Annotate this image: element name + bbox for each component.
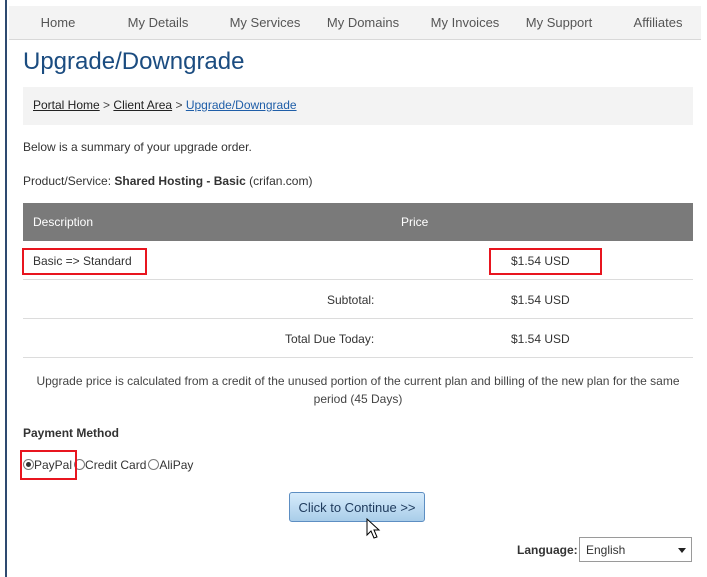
nav-item-my-details[interactable]: My Details — [113, 6, 203, 39]
breadcrumb: Portal Home > Client Area > Upgrade/Down… — [23, 87, 693, 125]
breadcrumb-client-area[interactable]: Client Area — [113, 98, 172, 112]
breadcrumb-separator: > — [175, 98, 183, 112]
table-row-subtotal: Subtotal: $1.54 USD — [23, 280, 693, 319]
nav-item-my-services[interactable]: My Services — [217, 6, 313, 39]
breadcrumb-upgrade-downgrade[interactable]: Upgrade/Downgrade — [186, 98, 297, 112]
language-select[interactable]: English — [579, 537, 692, 562]
header-description: Description — [33, 215, 94, 229]
window-left-border — [0, 0, 7, 577]
table-row-total: Total Due Today: $1.54 USD — [23, 319, 693, 358]
nav-item-my-support[interactable]: My Support — [514, 6, 604, 39]
top-nav: Home My Details My Services My Domains M… — [9, 6, 701, 40]
breadcrumb-portal-home[interactable]: Portal Home — [33, 98, 100, 112]
breadcrumb-separator: > — [103, 98, 111, 112]
summary-text: Below is a summary of your upgrade order… — [23, 140, 252, 154]
radio-alipay[interactable] — [148, 459, 160, 470]
mouse-pointer-icon — [366, 518, 381, 539]
subtotal-label: Subtotal: — [327, 293, 375, 307]
product-line: Product/Service: Shared Hosting - Basic … — [23, 174, 312, 188]
total-label: Total Due Today: — [285, 332, 375, 346]
alipay-label: AliPay — [159, 458, 194, 472]
language-selected-value: English — [586, 543, 626, 557]
nav-item-my-invoices[interactable]: My Invoices — [417, 6, 513, 39]
payment-option-credit-card[interactable]: Credit Card — [74, 458, 146, 472]
upgrade-note: Upgrade price is calculated from a credi… — [36, 374, 680, 406]
page: Home My Details My Services My Domains M… — [9, 0, 707, 577]
page-title: Upgrade/Downgrade — [23, 48, 245, 75]
total-value: $1.54 USD — [511, 332, 570, 346]
subtotal-value: $1.54 USD — [511, 293, 570, 307]
product-domain: (crifan.com) — [249, 174, 313, 188]
product-name: Shared Hosting - Basic — [114, 174, 246, 188]
table-header: Description Price — [23, 203, 693, 241]
highlight-box-description — [22, 248, 147, 275]
highlight-box-price — [489, 248, 602, 275]
nav-item-home[interactable]: Home — [19, 6, 97, 39]
language-label: Language: — [517, 543, 578, 557]
nav-item-my-domains[interactable]: My Domains — [315, 6, 411, 39]
header-price: Price — [401, 215, 429, 229]
highlight-box-paypal — [20, 450, 77, 480]
credit-card-label: Credit Card — [85, 458, 147, 472]
chevron-down-icon — [678, 548, 686, 553]
payment-method-label: Payment Method — [23, 426, 120, 440]
product-label: Product/Service: — [23, 174, 112, 188]
payment-option-alipay[interactable]: AliPay — [148, 458, 193, 472]
nav-item-affiliates[interactable]: Affiliates — [621, 6, 695, 39]
continue-button[interactable]: Click to Continue >> — [289, 492, 425, 522]
